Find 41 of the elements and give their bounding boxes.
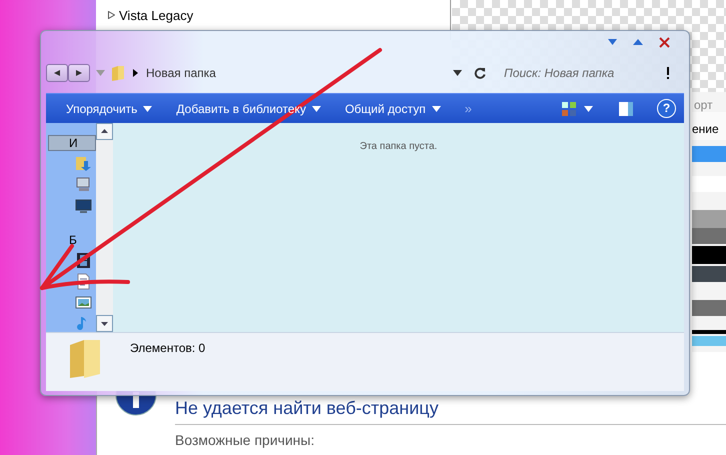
navigation-item[interactable]: Б bbox=[48, 232, 96, 248]
search-field[interactable]: Поиск: Новая папка bbox=[502, 65, 656, 81]
right-triangle-icon bbox=[76, 70, 82, 76]
column-header: ение bbox=[692, 112, 726, 140]
menu-button[interactable]: Общий доступ bbox=[334, 98, 451, 118]
left-triangle-icon bbox=[54, 70, 60, 76]
scroll-down-button[interactable] bbox=[96, 315, 113, 332]
item-count: Элементов: 0 bbox=[130, 341, 206, 355]
tree-item[interactable]: Vista Legacy bbox=[96, 8, 450, 23]
forward-button[interactable] bbox=[68, 64, 90, 82]
exclamation-icon bbox=[666, 67, 670, 79]
caret-icon bbox=[143, 106, 152, 112]
close-icon[interactable] bbox=[659, 36, 670, 48]
monitor-icon[interactable] bbox=[75, 197, 92, 214]
back-button[interactable] bbox=[46, 64, 68, 82]
caret-icon bbox=[608, 39, 617, 45]
caret-icon bbox=[584, 106, 593, 112]
folder-icon bbox=[111, 65, 125, 81]
scrollbar[interactable] bbox=[96, 123, 113, 332]
caret-icon bbox=[312, 106, 321, 112]
page-subheading: Возможные причины: bbox=[175, 432, 314, 448]
help-button[interactable]: ? bbox=[657, 99, 676, 118]
up-caret-icon[interactable] bbox=[633, 39, 643, 45]
menu-button[interactable]: Упорядочить bbox=[56, 98, 162, 118]
refresh-icon[interactable] bbox=[474, 67, 486, 79]
view-grid-icon[interactable] bbox=[562, 102, 576, 116]
caret-icon bbox=[96, 70, 105, 76]
picture-icon[interactable] bbox=[75, 294, 92, 311]
empty-folder-message: Эта папка пуста. bbox=[360, 141, 438, 153]
caret-icon bbox=[453, 70, 462, 76]
toolbar-label: орт bbox=[693, 97, 714, 112]
chevron-icon[interactable] bbox=[133, 69, 138, 77]
preview-pane-icon[interactable] bbox=[619, 102, 633, 116]
navigation-item[interactable]: И bbox=[48, 135, 96, 151]
computer-icon[interactable] bbox=[75, 176, 92, 193]
caret-icon bbox=[432, 106, 441, 112]
expander-icon[interactable] bbox=[108, 10, 115, 20]
scroll-up-button[interactable] bbox=[96, 123, 113, 140]
page-heading: Не удается найти веб-страницу bbox=[175, 398, 438, 419]
breadcrumb[interactable]: Новая папка bbox=[146, 66, 216, 80]
download-folder-icon[interactable] bbox=[75, 155, 92, 172]
